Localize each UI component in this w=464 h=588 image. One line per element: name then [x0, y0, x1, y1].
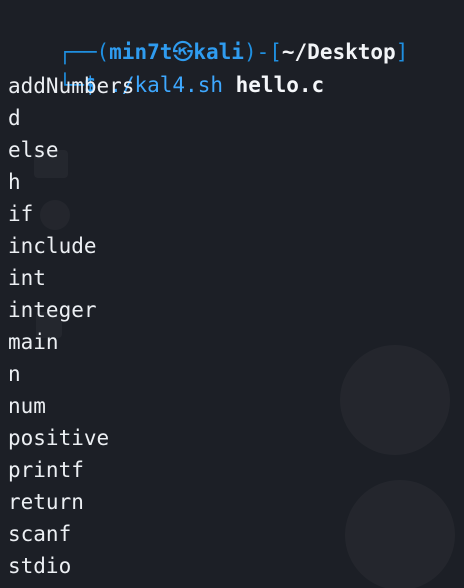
output-line: integer — [8, 298, 97, 322]
output-line: else — [8, 138, 59, 162]
ghost-disc-icon — [40, 200, 70, 230]
command-argument: hello.c — [235, 73, 325, 97]
output-line: stdio — [8, 554, 72, 578]
terminal-window[interactable]: ┌──(min7t㉿kali)-[~/Desktop] └─$ ./kal4.s… — [0, 0, 464, 588]
output-line: printf — [8, 458, 84, 482]
output-line: positive — [8, 426, 110, 450]
output-line: n — [8, 362, 21, 386]
ghost-avatar-icon-2 — [345, 480, 455, 588]
output-line: addNumbers — [8, 74, 135, 98]
output-line: num — [8, 394, 46, 418]
output-line: scanf — [8, 522, 72, 546]
output-line: return — [8, 490, 84, 514]
prompt-line-1: ┌──(min7t㉿kali)-[~/Desktop] — [8, 4, 409, 64]
output-line: int — [8, 266, 46, 290]
output-line: include — [8, 234, 97, 258]
output-line: if — [8, 202, 34, 226]
prompt-line-2: └─$ ./kal4.sh hello.c — [8, 37, 325, 97]
output-line: h — [8, 170, 21, 194]
output-line: main — [8, 330, 59, 354]
ghost-avatar-icon — [340, 345, 450, 455]
output-line: d — [8, 106, 21, 130]
prompt-frame-end: ] — [395, 40, 409, 64]
